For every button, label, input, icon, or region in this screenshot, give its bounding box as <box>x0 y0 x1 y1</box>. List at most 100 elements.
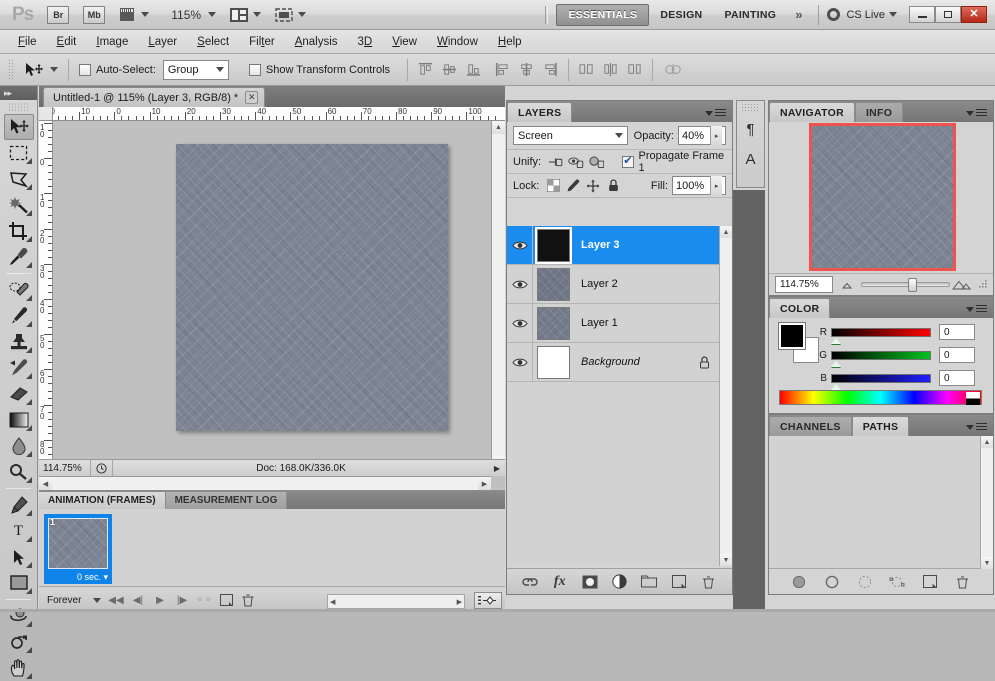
tool-eraser[interactable] <box>4 381 34 407</box>
select-first-frame-button[interactable]: ◀◀ <box>105 591 127 609</box>
layer-row[interactable]: Layer 2 <box>507 265 732 304</box>
workspace-tab-painting[interactable]: PAINTING <box>713 5 787 25</box>
tool-magic-wand[interactable] <box>4 192 34 218</box>
tool-history-brush[interactable] <box>4 355 34 381</box>
menu-analysis[interactable]: Analysis <box>285 33 348 51</box>
document-tab[interactable]: Untitled-1 @ 115% (Layer 3, RGB/8) * ✕ <box>43 87 266 107</box>
layer-row[interactable]: Layer 3 <box>507 226 732 265</box>
tab-color[interactable]: COLOR <box>769 298 831 318</box>
channel-r-thumb-icon[interactable] <box>831 337 841 344</box>
color-spectrum-ramp[interactable] <box>779 390 982 405</box>
anim-scroll-right-icon[interactable]: ▶ <box>457 598 462 606</box>
loop-option-dropdown[interactable]: Forever <box>43 592 105 609</box>
zoom-slider-thumb[interactable] <box>908 277 918 292</box>
screen-mode-button[interactable] <box>275 5 307 25</box>
tab-paths[interactable]: PATHS <box>851 416 910 436</box>
layer-visibility-toggle[interactable] <box>507 304 533 342</box>
restore-button[interactable] <box>935 6 961 23</box>
lock-transparent-pixels-icon[interactable] <box>545 178 561 193</box>
document-close-icon[interactable]: ✕ <box>245 91 259 104</box>
align-horizontal-centers-icon[interactable] <box>519 62 534 77</box>
lock-position-icon[interactable] <box>585 178 601 193</box>
tab-channels[interactable]: CHANNELS <box>769 416 852 436</box>
tool-brush[interactable] <box>4 303 34 329</box>
layer-thumbnail[interactable] <box>537 345 570 379</box>
resize-grip-icon[interactable] <box>978 280 987 289</box>
blend-mode-dropdown[interactable]: Screen <box>513 126 628 145</box>
delete-layer-button[interactable] <box>700 573 718 591</box>
tool-crop[interactable] <box>4 218 34 244</box>
tool-3d-camera-rotate[interactable] <box>4 629 34 655</box>
minimize-button[interactable] <box>909 6 935 23</box>
lock-all-icon[interactable] <box>605 178 621 193</box>
align-left-edges-icon[interactable] <box>495 62 510 77</box>
horizontal-ruler[interactable]: 20100102030405060708090100 <box>39 107 505 121</box>
new-group-button[interactable] <box>640 573 658 591</box>
tab-info[interactable]: INFO <box>854 102 904 122</box>
paths-scroll-down-icon[interactable]: ▼ <box>981 557 993 569</box>
paths-scroll-up-icon[interactable]: ▲ <box>981 436 993 448</box>
close-button[interactable]: ✕ <box>961 6 987 23</box>
navigator-zoom-field[interactable]: 114.75% <box>775 276 833 293</box>
workspace-tab-essentials[interactable]: ESSENTIALS <box>556 3 650 26</box>
make-work-path-button[interactable] <box>888 573 906 591</box>
tool-gradient[interactable] <box>4 407 34 433</box>
new-layer-button[interactable] <box>670 573 688 591</box>
cs-live-button[interactable]: CS Live <box>827 8 897 21</box>
channel-g-field[interactable]: 0 <box>939 347 975 363</box>
layer-thumbnail[interactable] <box>537 267 570 301</box>
tab-navigator[interactable]: NAVIGATOR <box>769 102 855 122</box>
channel-b-thumb-icon[interactable] <box>831 383 841 390</box>
navigator-zoom-slider[interactable] <box>839 277 972 293</box>
tool-blur[interactable] <box>4 433 34 459</box>
align-bottom-edges-icon[interactable] <box>466 62 481 77</box>
color-panel-menu-button[interactable] <box>966 305 987 314</box>
layers-panel-menu-button[interactable] <box>705 109 726 118</box>
select-previous-frame-button[interactable]: ◀| <box>127 591 149 609</box>
tool-spot-healing-brush[interactable] <box>4 277 34 303</box>
status-timing-icon[interactable] <box>91 459 113 477</box>
menu-select[interactable]: Select <box>187 33 239 51</box>
unify-position-icon[interactable] <box>548 155 563 169</box>
delete-path-button[interactable] <box>954 573 972 591</box>
propagate-frame-checkbox[interactable] <box>622 154 634 168</box>
paragraph-panel-icon[interactable]: ¶ <box>737 114 764 144</box>
3d-axis-widget-icon[interactable] <box>663 62 683 77</box>
tool-3d-object-rotate[interactable] <box>4 603 34 629</box>
navigator-thumbnail[interactable] <box>808 123 956 271</box>
paths-scrollbar[interactable]: ▲ ▼ <box>980 436 993 569</box>
tab-measurement-log[interactable]: MEASUREMENT LOG <box>165 492 288 509</box>
tool-move[interactable] <box>3 114 34 140</box>
auto-select-dropdown[interactable]: Group <box>162 59 229 80</box>
scroll-left-icon[interactable]: ◀ <box>39 477 52 490</box>
layer-list[interactable]: Layer 3 Layer 2 Layer 1 Background <box>507 226 732 566</box>
menu-filter[interactable]: Filter <box>239 33 285 51</box>
distribute-centers-icon[interactable] <box>603 62 618 77</box>
menu-layer[interactable]: Layer <box>138 33 187 51</box>
menu-edit[interactable]: Edit <box>47 33 87 51</box>
options-bar-grip[interactable] <box>8 58 14 81</box>
vertical-ruler[interactable]: 100102030405060708090 <box>39 121 53 469</box>
tab-layers[interactable]: LAYERS <box>507 102 573 122</box>
workspace-tab-design[interactable]: DESIGN <box>649 5 713 25</box>
layer-thumbnail[interactable] <box>535 226 572 264</box>
show-transform-checkbox[interactable] <box>248 63 261 76</box>
anim-scroll-left-icon[interactable]: ◀ <box>330 598 335 606</box>
distribute-right-edges-icon[interactable] <box>627 62 642 77</box>
link-layers-button[interactable] <box>521 573 539 591</box>
stroke-path-button[interactable] <box>823 573 841 591</box>
tool-rectangular-marquee[interactable] <box>4 140 34 166</box>
animation-horizontal-scrollbar[interactable]: ◀ ▶ <box>327 594 465 609</box>
paths-list[interactable]: ▲ ▼ <box>769 436 993 569</box>
channel-b-field[interactable]: 0 <box>939 370 975 386</box>
tool-horizontal-type[interactable]: T <box>4 518 34 544</box>
navigator-panel-menu-button[interactable] <box>966 109 987 118</box>
channel-g-thumb-icon[interactable] <box>831 360 841 367</box>
frame-duration[interactable]: 0 sec. ▾ <box>77 572 108 583</box>
unify-visibility-icon[interactable] <box>568 155 584 169</box>
zoom-in-mountain-icon[interactable] <box>952 280 972 290</box>
status-menu-arrow-icon[interactable]: ▶ <box>489 464 505 473</box>
align-top-edges-icon[interactable] <box>418 62 433 77</box>
ruler-corner[interactable] <box>39 107 53 121</box>
menu-file[interactable]: File <box>8 33 47 51</box>
